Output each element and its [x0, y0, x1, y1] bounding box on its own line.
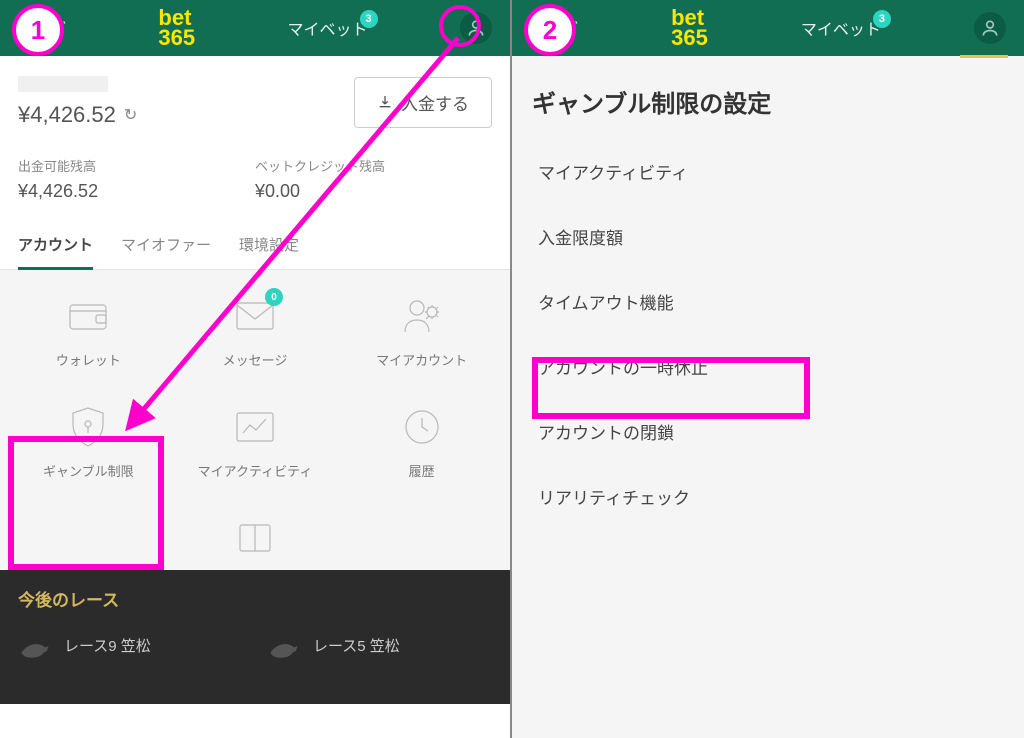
upcoming-title: 今後のレース	[18, 586, 492, 611]
nav-mybet[interactable]: マイベット	[801, 22, 881, 39]
settings-item-close[interactable]: アカウントの閉鎖	[512, 399, 1024, 464]
settings-panel: ギャンブル制限の設定 マイアクティビティ 入金限度額 タイムアウト機能 アカウン…	[512, 56, 1024, 738]
username-redacted	[18, 76, 108, 92]
logo-text-bot: 365	[158, 28, 195, 48]
nav-mybet-wrap[interactable]: マイベット 3	[288, 16, 368, 40]
grid-myaccount[interactable]: マイアカウント	[343, 294, 500, 369]
sub-balances: 出金可能残高 ¥4,426.52 ベットクレジット残高 ¥0.00	[0, 146, 510, 220]
grid-history[interactable]: 履歴	[343, 405, 500, 480]
notification-badge: 3	[360, 10, 378, 28]
account-tabs: アカウント マイオファー 環境設定	[0, 220, 510, 270]
grid-gambling[interactable]: ギャンブル制限	[10, 405, 167, 480]
settings-item-reality[interactable]: リアリティチェック	[512, 464, 1024, 529]
app-header: ライブ bet 365 マイベット 3	[512, 0, 1024, 56]
race-2-label: レース5 笠松	[313, 635, 400, 656]
grid-messages[interactable]: 0 メッセージ	[177, 294, 334, 369]
tab-prefs[interactable]: 環境設定	[239, 234, 299, 269]
betcredit-label: ベットクレジット残高	[255, 156, 492, 175]
app-header: ライブ bet 365 マイベット 3	[0, 0, 510, 56]
settings-item-suspend[interactable]: アカウントの一時休止	[512, 334, 1024, 399]
betcredit-block: ベットクレジット残高 ¥0.00	[255, 156, 492, 202]
grid-wallet[interactable]: ウォレット	[10, 294, 167, 369]
betcredit-value: ¥0.00	[255, 181, 492, 202]
withdrawable-block: 出金可能残高 ¥4,426.52	[18, 156, 255, 202]
clock-icon	[403, 408, 441, 446]
main-balance: ¥4,426.52	[18, 102, 116, 128]
profile-button[interactable]	[460, 12, 492, 44]
annotation-step-2: 2	[524, 4, 576, 56]
notification-badge: 3	[873, 10, 891, 28]
user-gear-icon	[402, 296, 442, 336]
withdrawable-value: ¥4,426.52	[18, 181, 255, 202]
horse-icon	[18, 631, 52, 659]
logo-text-bot: 365	[671, 28, 708, 48]
screenshot-step-2: 2 ライブ bet 365 マイベット 3 ギャンブル制限の設定 マイアクティビ…	[512, 0, 1024, 738]
screenshot-step-1: 1 ライブ bet 365 マイベット 3 ¥4,426.52 ↻	[0, 0, 512, 738]
upcoming-races: 今後のレース レース9 笠松 レース5 笠松	[0, 570, 510, 704]
race-1-label: レース9 笠松	[64, 635, 151, 656]
grid-myactivity-label: マイアクティビティ	[198, 461, 313, 480]
nav-mybet[interactable]: マイベット	[288, 22, 368, 39]
shield-lock-icon	[69, 406, 107, 448]
balance-row: ¥4,426.52 ↻ 入金する	[0, 56, 510, 146]
annotation-step-1: 1	[12, 4, 64, 56]
deposit-button[interactable]: 入金する	[354, 77, 492, 128]
tab-myoffer[interactable]: マイオファー	[121, 234, 211, 269]
deposit-label: 入金する	[401, 90, 469, 115]
settings-item-myactivity[interactable]: マイアクティビティ	[512, 139, 1024, 204]
grid-messages-label: メッセージ	[223, 350, 288, 369]
brand-logo[interactable]: bet 365	[158, 8, 195, 48]
refresh-icon[interactable]: ↻	[124, 105, 137, 125]
message-count-badge: 0	[265, 288, 283, 306]
race-item-1[interactable]: レース9 笠松	[18, 631, 243, 659]
profile-button[interactable]	[974, 12, 1006, 44]
grid-gambling-label: ギャンブル制限	[43, 461, 134, 480]
settings-item-timeout[interactable]: タイムアウト機能	[512, 269, 1024, 334]
download-icon	[377, 94, 393, 110]
tab-account[interactable]: アカウント	[18, 234, 93, 269]
profile-icon	[980, 18, 1000, 38]
race-item-2[interactable]: レース5 笠松	[267, 631, 492, 659]
profile-icon	[466, 18, 486, 38]
nav-mybet-wrap[interactable]: マイベット 3	[801, 16, 881, 40]
chart-icon	[235, 411, 275, 443]
account-grid: ウォレット 0 メッセージ マイアカウント ギャンブル制限 マイアクティビティ …	[0, 270, 510, 570]
grid-wallet-label: ウォレット	[56, 350, 121, 369]
horse-icon	[267, 631, 301, 659]
grid-myaccount-label: マイアカウント	[376, 350, 467, 369]
wallet-icon	[68, 299, 108, 333]
grid-extra[interactable]	[177, 516, 334, 560]
settings-item-deposit-limit[interactable]: 入金限度額	[512, 204, 1024, 269]
document-icon	[238, 523, 272, 553]
envelope-icon	[235, 301, 275, 331]
withdrawable-label: 出金可能残高	[18, 156, 255, 175]
grid-history-label: 履歴	[409, 461, 435, 480]
grid-myactivity[interactable]: マイアクティビティ	[177, 405, 334, 480]
settings-title: ギャンブル制限の設定	[512, 56, 1024, 139]
brand-logo[interactable]: bet 365	[671, 8, 708, 48]
